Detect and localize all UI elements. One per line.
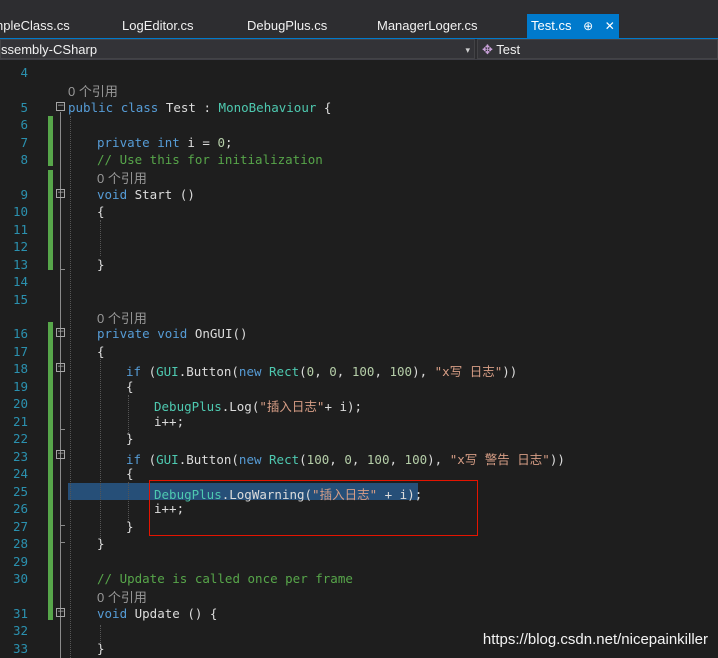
code-line-28: } xyxy=(97,536,105,551)
indent-guide xyxy=(70,116,71,658)
collapse-icon[interactable]: − xyxy=(56,363,65,372)
code-line-13: } xyxy=(97,257,105,272)
line-number: 5 xyxy=(20,100,28,115)
outline-end xyxy=(60,542,65,543)
tab-sampleclass[interactable]: npleClass.cs xyxy=(0,14,70,38)
code-line-18: if (GUI.Button(new Rect(0, 0, 100, 100),… xyxy=(126,364,518,379)
code-line-21: i++; xyxy=(154,414,185,429)
references-codelens[interactable]: 0 个引用 xyxy=(68,81,118,100)
line-number: 16 xyxy=(12,326,28,341)
pin-icon[interactable]: ⊕ xyxy=(583,14,593,38)
line-number: 31 xyxy=(12,606,28,621)
line-number: 20 xyxy=(12,396,28,411)
tab-logeditor[interactable]: LogEditor.cs xyxy=(122,14,194,38)
line-number: 6 xyxy=(20,117,28,132)
watermark: https://blog.csdn.net/nicepainkiller xyxy=(482,631,708,648)
code-line-31: void Update () { xyxy=(97,606,218,621)
outline-end xyxy=(60,269,65,270)
code-editor[interactable]: − − − − − − 4 5 6 7 8 9 10 11 12 13 14 1… xyxy=(0,60,718,658)
line-number: 12 xyxy=(12,239,28,254)
collapse-icon[interactable]: − xyxy=(56,189,65,198)
indent-guide xyxy=(100,220,101,256)
line-number: 8 xyxy=(20,152,28,167)
indent-guide xyxy=(128,482,129,522)
outline-end xyxy=(60,429,65,430)
project-dropdown[interactable]: ssembly-CSharp ▾ xyxy=(0,39,475,59)
outline-end xyxy=(60,525,65,526)
line-number: 7 xyxy=(20,135,28,150)
tab-test[interactable]: Test.cs ⊕ ✕ xyxy=(527,14,619,38)
line-number: 18 xyxy=(12,361,28,376)
change-marker xyxy=(48,322,53,620)
line-number: 32 xyxy=(12,623,28,638)
indent-guide xyxy=(128,395,129,435)
line-number: 21 xyxy=(12,414,28,429)
collapse-icon[interactable]: − xyxy=(56,450,65,459)
code-line-33: } xyxy=(97,641,105,656)
line-number: 30 xyxy=(12,571,28,586)
chevron-down-icon: ▾ xyxy=(465,45,470,55)
line-number: 9 xyxy=(20,187,28,202)
change-marker xyxy=(48,116,53,166)
references-codelens[interactable]: 0 个引用 xyxy=(97,587,147,606)
line-number: 29 xyxy=(12,554,28,569)
line-number: 10 xyxy=(12,204,28,219)
code-line-20: DebugPlus.Log("插入日志"+ i); xyxy=(154,399,363,414)
document-tab-bar: npleClass.cs LogEditor.cs DebugPlus.cs M… xyxy=(0,0,718,38)
member-dropdown[interactable]: ✥ Test xyxy=(477,39,718,59)
line-number: 19 xyxy=(12,379,28,394)
navigation-bar: ssembly-CSharp ▾ ✥ Test xyxy=(0,38,718,60)
line-number: 4 xyxy=(20,65,28,80)
code-line-24: { xyxy=(126,466,134,481)
close-icon[interactable]: ✕ xyxy=(605,14,615,38)
line-number: 24 xyxy=(12,466,28,481)
class-icon: ✥ xyxy=(482,42,493,57)
code-line-16: private void OnGUI() xyxy=(97,326,248,341)
tab-debugplus[interactable]: DebugPlus.cs xyxy=(247,14,327,38)
indent-guide xyxy=(100,350,101,540)
menu-strip-remnant xyxy=(0,0,718,6)
line-number: 26 xyxy=(12,501,28,516)
code-line-30: // Update is called once per frame xyxy=(97,571,353,586)
references-codelens[interactable]: 0 个引用 xyxy=(97,168,147,187)
code-line-17: { xyxy=(97,344,105,359)
code-line-10: { xyxy=(97,204,105,219)
line-number: 15 xyxy=(12,292,28,307)
line-number: 13 xyxy=(12,257,28,272)
line-number: 23 xyxy=(12,449,28,464)
change-marker xyxy=(48,170,53,270)
references-codelens[interactable]: 0 个引用 xyxy=(97,308,147,327)
line-number: 25 xyxy=(12,484,28,499)
line-number: 17 xyxy=(12,344,28,359)
code-line-23: if (GUI.Button(new Rect(100, 0, 100, 100… xyxy=(126,452,565,467)
code-line-19: { xyxy=(126,379,134,394)
collapse-icon[interactable]: − xyxy=(56,608,65,617)
code-line-8: // Use this for initialization xyxy=(97,152,323,167)
tab-managerloger[interactable]: ManagerLoger.cs xyxy=(377,14,477,38)
line-number: 14 xyxy=(12,274,28,289)
project-dropdown-label: ssembly-CSharp xyxy=(1,42,98,57)
code-line-5: public class Test : MonoBehaviour { xyxy=(68,100,332,115)
collapse-icon[interactable]: − xyxy=(56,102,65,111)
line-number: 22 xyxy=(12,431,28,446)
annotation-box xyxy=(149,480,478,536)
line-number: 28 xyxy=(12,536,28,551)
line-number: 33 xyxy=(12,641,28,656)
code-line-27: } xyxy=(126,519,134,534)
collapse-icon[interactable]: − xyxy=(56,328,65,337)
member-dropdown-label: Test xyxy=(496,42,521,57)
code-line-7: private int i = 0; xyxy=(97,135,233,150)
tab-test-label: Test.cs xyxy=(531,18,572,33)
line-number: 11 xyxy=(12,222,28,237)
line-number: 27 xyxy=(12,519,28,534)
code-line-9: void Start () xyxy=(97,187,195,202)
code-line-22: } xyxy=(126,431,134,446)
